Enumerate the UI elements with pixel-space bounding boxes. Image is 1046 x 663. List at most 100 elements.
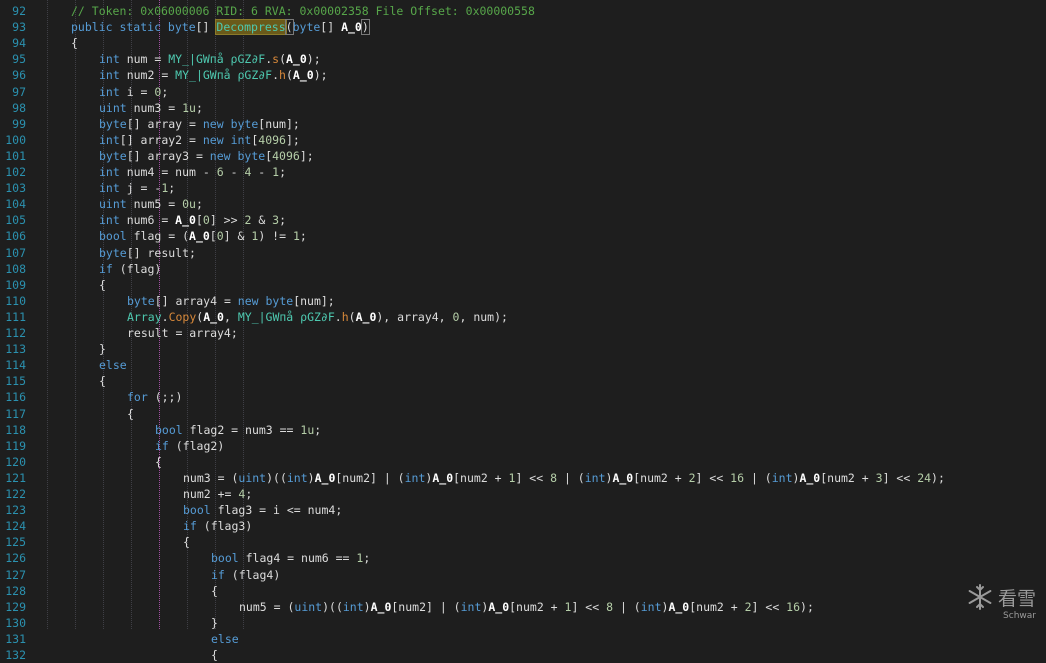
line-number: 115 [5,374,26,389]
code-token: uint [238,470,267,485]
code-text: { [99,373,106,389]
code-text: if (flag2) [155,438,224,454]
code-token: 8 [606,599,614,614]
code-text: result = array4; [127,325,238,341]
line-number: 125 [5,535,26,550]
code-text: byte[] result; [99,245,196,261]
code-token: [ [209,229,217,244]
code-token: num5 = [126,197,183,212]
code-token: Decompress [215,19,287,36]
watermark-text: 看雪 [997,587,1036,610]
code-token: num6 = [119,213,176,228]
code-token: ); [800,599,814,614]
code-token: A_0 [189,229,210,244]
code-token: | ( [557,470,585,485]
code-text: int num = MY_|GWпå ρGZ∂F.s(A_0); [99,51,321,67]
code-token: if [183,519,197,534]
code-token: )(( [322,599,343,614]
code-token: 0 [202,213,210,228]
code-token: ; [168,181,176,196]
code-text: else [99,357,127,373]
code-token: int [286,470,308,485]
code-token: { [99,277,106,292]
line-number: 117 [5,406,26,421]
code-token: 16 [730,470,745,485]
code-text: int[] array2 = new int[4096]; [99,132,300,148]
line-number: 113 [5,342,26,357]
code-token: num2 += [183,487,239,501]
code-token: 8 [550,470,558,485]
code-token: else [99,358,127,373]
line-number: 104 [5,197,26,212]
code-token: { [183,535,190,550]
code-text: { [211,583,218,599]
code-token: for [127,390,148,405]
line-number: 120 [5,454,26,469]
code-token: 1u [300,422,315,437]
code-token: [num2 + [453,470,509,485]
code-token: ; [314,422,322,437]
code-text: byte[] array = new byte[num]; [99,116,300,132]
code-token: ] << [751,599,787,614]
code-token: j = - [119,181,162,196]
code-token: ); [931,470,945,485]
code-token: MY_|GWпå ρGZ∂F [168,52,266,67]
code-token: [num2 + [633,470,689,485]
code-editor[interactable]: 92 // Token: 0x06000006 RID: 6 RVA: 0x000… [0,0,1046,662]
code-token: byte [99,245,127,260]
code-text: { [211,647,218,663]
code-token: ) [363,599,371,614]
code-token: 2 [744,599,752,614]
code-token: ; [299,229,307,244]
code-token: [num2] | ( [391,599,461,614]
code-token: 0u [182,197,196,212]
code-token: )(( [266,470,287,485]
code-token: i = [119,84,155,99]
code-token: [num2] | ( [335,470,405,485]
code-token: flag = ( [126,229,190,244]
code-token: num5 = ( [239,599,295,614]
line-number: 110 [5,293,26,308]
code-text: { [99,277,106,293]
line-number: 97 [12,84,26,99]
code-token: A_0 [314,470,336,485]
code-token: , [223,309,238,324]
code-token: bool [211,551,239,566]
code-token: new int [202,132,252,147]
code-token: A_0 [341,20,362,35]
code-text: num5 = (uint)((int)A_0[num2] | (int)A_0[… [239,599,814,615]
code-token: ] << [571,599,607,614]
code-token: int [99,213,120,228]
code-text: byte[] array3 = new byte[4096]; [99,148,314,164]
line-number: 99 [12,116,26,131]
code-token: 4096 [272,148,300,163]
line-number: 107 [5,245,26,260]
code-token: | ( [744,470,772,485]
code-text: byte[] array4 = new byte[num]; [127,293,335,309]
line-number: 122 [5,487,26,501]
code-token: . [334,309,342,324]
code-text: { [127,406,134,422]
code-token: public static byte [71,20,196,35]
code-text: for (;;) [127,389,182,405]
code-token: 1 [292,229,300,244]
code-token: A_0 [286,52,307,67]
code-token: 6 [216,165,224,179]
code-token: int [99,181,120,196]
code-token: Array [127,309,162,324]
line-number: 127 [5,567,26,582]
code-token: [] array4 = [154,293,238,308]
code-token: A_0 [203,309,224,324]
code-token: (flag3) [196,519,253,534]
code-token: (flag4) [224,567,281,582]
code-token: 2 [688,470,696,485]
code-token: (flag) [112,261,162,276]
code-token: // Token: 0x06000006 RID: 6 RVA: 0x00002… [71,4,535,18]
line-number: 119 [5,438,26,453]
code-token: byte [127,293,155,308]
code-token: int [460,599,482,614]
line-number: 111 [5,309,26,324]
code-token: num2 = [119,68,176,83]
code-text: int num6 = A_0[0] >> 2 & 3; [99,212,286,228]
code-token: & [251,213,273,228]
